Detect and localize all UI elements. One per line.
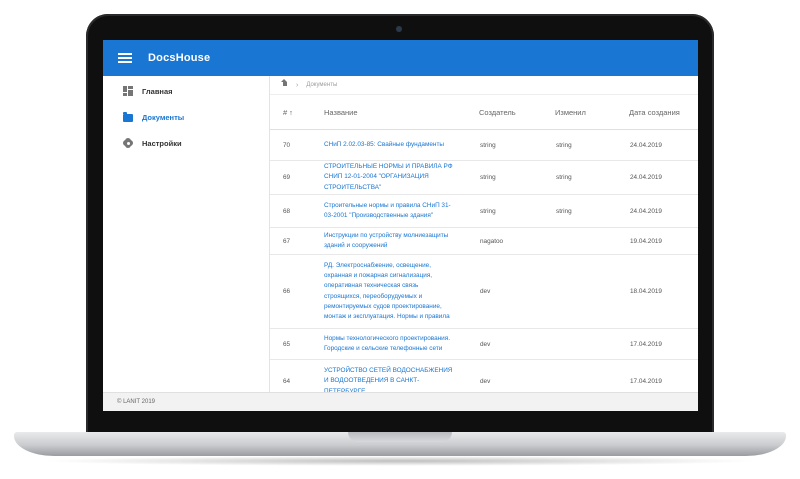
cell-creator: dev <box>479 328 555 360</box>
sidebar-item-documents[interactable]: Документы <box>103 104 269 130</box>
app-title: DocsHouse <box>148 52 211 64</box>
laptop-shadow <box>40 456 760 466</box>
folder-icon <box>123 112 133 122</box>
document-link[interactable]: СТРОИТЕЛЬНЫЕ НОРМЫ И ПРАВИЛА РФ СНИП 12-… <box>324 162 456 193</box>
cell-modifier <box>555 254 629 329</box>
documents-table: # ↑ Название Создатель Изменил Дата созд… <box>270 95 698 404</box>
cell-created: 19.04.2019 <box>629 227 698 255</box>
sidebar-item-label: Главная <box>142 86 173 96</box>
cell-created: 18.04.2019 <box>629 254 698 329</box>
menu-icon[interactable] <box>118 53 132 63</box>
cell-number: 69 <box>270 160 324 195</box>
laptop-notch <box>348 432 452 442</box>
table-row[interactable]: 65 Нормы технологического проектирования… <box>270 328 698 360</box>
table-row[interactable]: 66 РД. Электроснабжение, освещение, охра… <box>270 254 698 329</box>
cell-modifier: string <box>555 129 629 161</box>
table-row[interactable]: 68 Строительные нормы и правила СНиП 31-… <box>270 194 698 228</box>
cell-creator: string <box>479 194 555 228</box>
table-header-row: # ↑ Название Создатель Изменил Дата созд… <box>270 95 698 130</box>
cell-name[interactable]: Инструкции по устройству молниезащиты зд… <box>324 227 479 255</box>
cell-creator: nagatoo <box>479 227 555 255</box>
cell-name[interactable]: РД. Электроснабжение, освещение, охранна… <box>324 254 479 329</box>
cell-created: 24.04.2019 <box>629 194 698 228</box>
cell-number: 68 <box>270 194 324 228</box>
sort-arrow-icon: ↑ <box>289 109 293 117</box>
column-header-created[interactable]: Дата создания <box>629 95 698 130</box>
cell-creator: string <box>479 129 555 161</box>
document-link[interactable]: РД. Электроснабжение, освещение, охранна… <box>324 261 456 323</box>
main-content: › Документы # ↑ Название Создатель Измен… <box>270 76 698 404</box>
table-row[interactable]: 67 Инструкции по устройству молниезащиты… <box>270 227 698 255</box>
cell-name[interactable]: СТРОИТЕЛЬНЫЕ НОРМЫ И ПРАВИЛА РФ СНИП 12-… <box>324 160 479 195</box>
sidebar-item-settings[interactable]: Настройки <box>103 130 269 156</box>
cell-number: 66 <box>270 254 324 329</box>
cell-number: 67 <box>270 227 324 255</box>
table-row[interactable]: 69 СТРОИТЕЛЬНЫЕ НОРМЫ И ПРАВИЛА РФ СНИП … <box>270 160 698 195</box>
cell-modifier <box>555 227 629 255</box>
cell-name[interactable]: Строительные нормы и правила СНиП 31-03-… <box>324 194 479 228</box>
column-header-name[interactable]: Название <box>324 95 479 130</box>
document-link[interactable]: СНиП 2.02.03-85: Свайные фундаменты <box>324 140 456 150</box>
column-header-modifier[interactable]: Изменил <box>555 95 629 130</box>
cell-created: 24.04.2019 <box>629 129 698 161</box>
cell-number: 70 <box>270 129 324 161</box>
gear-icon <box>124 139 132 147</box>
document-link[interactable]: Строительные нормы и правила СНиП 31-03-… <box>324 201 456 222</box>
column-header-number[interactable]: # ↑ <box>270 95 324 130</box>
sidebar-item-home[interactable]: Главная <box>103 78 269 104</box>
cell-created: 17.04.2019 <box>629 328 698 360</box>
cell-name[interactable]: Нормы технологического проектирования. Г… <box>324 328 479 360</box>
breadcrumb-current: Документы <box>306 82 338 88</box>
app-window: DocsHouse Главная Документы Настройки › … <box>103 40 698 411</box>
home-icon[interactable] <box>281 79 288 88</box>
camera-icon <box>396 26 402 32</box>
dashboard-icon <box>123 86 133 96</box>
column-header-creator[interactable]: Создатель <box>479 95 555 130</box>
app-bar: DocsHouse <box>103 40 698 76</box>
sidebar-item-label: Настройки <box>142 138 182 148</box>
cell-modifier <box>555 328 629 360</box>
cell-created: 24.04.2019 <box>629 160 698 195</box>
cell-creator: string <box>479 160 555 195</box>
cell-modifier: string <box>555 194 629 228</box>
cell-modifier: string <box>555 160 629 195</box>
sidebar: Главная Документы Настройки <box>103 76 270 392</box>
chevron-right-icon: › <box>296 81 299 89</box>
footer: © LANIT 2019 <box>103 392 698 411</box>
document-link[interactable]: Нормы технологического проектирования. Г… <box>324 334 456 355</box>
cell-creator: dev <box>479 254 555 329</box>
document-link[interactable]: Инструкции по устройству молниезащиты зд… <box>324 231 456 252</box>
sidebar-item-label: Документы <box>142 112 185 122</box>
breadcrumb: › Документы <box>270 76 698 95</box>
cell-name[interactable]: СНиП 2.02.03-85: Свайные фундаменты <box>324 129 479 161</box>
table-row[interactable]: 70 СНиП 2.02.03-85: Свайные фундаменты s… <box>270 129 698 161</box>
cell-number: 65 <box>270 328 324 360</box>
